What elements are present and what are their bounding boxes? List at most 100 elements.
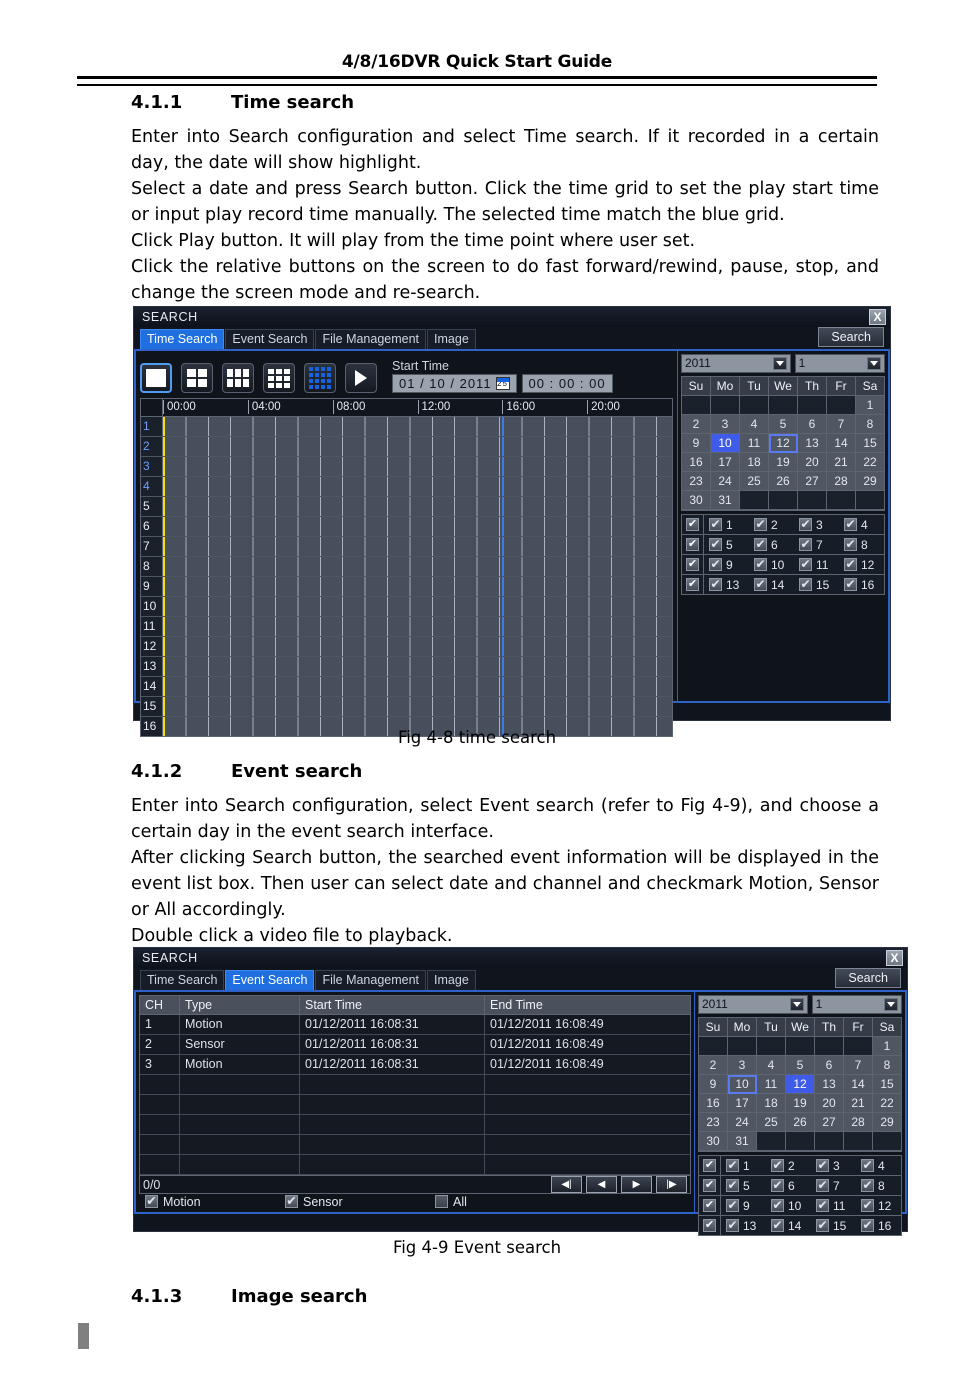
channel-checkbox-4[interactable]: ✔ 4: [856, 1159, 901, 1173]
calendar-day-cell[interactable]: 26: [786, 1113, 815, 1132]
table-row[interactable]: [140, 1135, 690, 1155]
tab-file-management[interactable]: File Management: [315, 329, 427, 349]
calendar-day-cell[interactable]: 21: [827, 453, 856, 472]
channel-checkbox-1[interactable]: ✔ 1: [704, 518, 749, 532]
calendar-grid[interactable]: Su Mo Tu We Th Fr Sa 1 2 3 4 5 6 7 8 9 10 11 12 13 14 15 16 17 1…: [698, 1017, 902, 1152]
calendar-day-cell[interactable]: 30: [699, 1132, 728, 1151]
channel-row-select-all[interactable]: ✔: [699, 1176, 721, 1195]
timeline-cells[interactable]: [163, 577, 672, 596]
timeline-cells[interactable]: [163, 497, 672, 516]
calendar-day-cell[interactable]: 12: [769, 434, 798, 453]
view-mode-16-button[interactable]: [304, 363, 336, 393]
checkmark-icon[interactable]: ✔: [145, 1195, 158, 1208]
calendar-day-cell[interactable]: 12: [786, 1075, 815, 1094]
checkmark-icon[interactable]: ✔: [799, 518, 812, 531]
timeline-cells[interactable]: [163, 677, 672, 696]
table-row[interactable]: 2 Sensor 01/12/2011 16:08:31 01/12/2011 16:…: [140, 1035, 690, 1055]
calendar-day-cell[interactable]: 11: [740, 434, 769, 453]
timeline-cells[interactable]: [163, 617, 672, 636]
calendar-day-cell[interactable]: 3: [711, 415, 740, 434]
checkmark-icon[interactable]: ✔: [703, 1179, 716, 1192]
filter-all[interactable]: ✔ All: [435, 1195, 467, 1209]
timeline-cells[interactable]: [163, 437, 672, 456]
calendar-day-cell[interactable]: 5: [769, 415, 798, 434]
chevron-down-icon[interactable]: [772, 357, 787, 370]
channel-checkbox-14[interactable]: ✔ 14: [749, 578, 794, 592]
channel-checkbox-2[interactable]: ✔ 2: [749, 518, 794, 532]
tab-file-management[interactable]: File Management: [315, 970, 427, 990]
year-select[interactable]: 2011: [681, 354, 791, 373]
calendar-day-cell[interactable]: 27: [798, 472, 827, 491]
timeline-cells[interactable]: [163, 697, 672, 716]
calendar-day-cell[interactable]: 2: [682, 415, 711, 434]
table-row[interactable]: [140, 1155, 690, 1175]
view-mode-9-button[interactable]: [263, 363, 295, 393]
calendar-day-cell[interactable]: 22: [856, 453, 884, 472]
timeline-row[interactable]: 11: [141, 617, 672, 637]
timeline-cells[interactable]: [163, 457, 672, 476]
chevron-down-icon[interactable]: [867, 357, 881, 370]
calendar-day-cell[interactable]: 19: [769, 453, 798, 472]
checkmark-icon[interactable]: ✔: [799, 558, 812, 571]
tab-image[interactable]: Image: [427, 329, 476, 349]
calendar-day-cell[interactable]: 3: [728, 1056, 757, 1075]
checkmark-icon[interactable]: ✔: [703, 1159, 716, 1172]
event-table[interactable]: CH Type Start Time End Time 1 Motion 01/12/20…: [139, 995, 691, 1176]
timeline-cells[interactable]: [163, 557, 672, 576]
channel-checkbox-10[interactable]: ✔ 10: [749, 558, 794, 572]
calendar-day-cell[interactable]: 8: [873, 1056, 901, 1075]
checkmark-icon[interactable]: ✔: [726, 1179, 739, 1192]
checkmark-icon[interactable]: ✔: [726, 1199, 739, 1212]
timeline-cells[interactable]: [163, 417, 672, 436]
close-icon[interactable]: X: [886, 950, 903, 966]
channel-checkbox-13[interactable]: ✔ 13: [721, 1219, 766, 1233]
table-row[interactable]: [140, 1095, 690, 1115]
calendar-day-cell[interactable]: 26: [769, 472, 798, 491]
timeline-row[interactable]: 4: [141, 477, 672, 497]
channel-checkbox-8[interactable]: ✔ 8: [839, 538, 884, 552]
timeline-row[interactable]: 9: [141, 577, 672, 597]
calendar-day-cell[interactable]: 27: [815, 1113, 844, 1132]
checkmark-icon[interactable]: ✔: [816, 1159, 829, 1172]
calendar-day-cell[interactable]: 25: [740, 472, 769, 491]
prev-page-button[interactable]: ◀: [586, 1176, 617, 1193]
timeline-row[interactable]: 10: [141, 597, 672, 617]
channel-checkbox-5[interactable]: ✔ 5: [704, 538, 749, 552]
table-row[interactable]: [140, 1115, 690, 1135]
view-mode-1-button[interactable]: [140, 363, 172, 393]
timeline-cells[interactable]: [163, 477, 672, 496]
checkmark-icon[interactable]: ✔: [861, 1159, 874, 1172]
checkmark-icon[interactable]: ✔: [709, 518, 722, 531]
calendar-day-cell[interactable]: 15: [873, 1075, 901, 1094]
calendar-day-cell[interactable]: 13: [798, 434, 827, 453]
calendar-day-cell[interactable]: 29: [856, 472, 884, 491]
timeline-cells[interactable]: [163, 657, 672, 676]
channel-checkbox-3[interactable]: ✔ 3: [794, 518, 839, 532]
channel-checkbox-10[interactable]: ✔ 10: [766, 1199, 811, 1213]
channel-checkbox-6[interactable]: ✔ 6: [766, 1179, 811, 1193]
tab-event-search[interactable]: Event Search: [225, 329, 315, 349]
checkmark-icon[interactable]: ✔: [686, 538, 699, 551]
channel-checkbox-8[interactable]: ✔ 8: [856, 1179, 901, 1193]
calendar-day-cell[interactable]: 10: [728, 1075, 757, 1094]
timeline-row[interactable]: 7: [141, 537, 672, 557]
channel-checkbox-7[interactable]: ✔ 7: [794, 538, 839, 552]
calendar-day-cell[interactable]: 7: [844, 1056, 873, 1075]
calendar-day-cell[interactable]: 25: [757, 1113, 786, 1132]
checkmark-icon[interactable]: ✔: [771, 1179, 784, 1192]
checkmark-icon[interactable]: ✔: [686, 558, 699, 571]
search-button[interactable]: Search: [835, 968, 901, 988]
channel-checkbox-4[interactable]: ✔ 4: [839, 518, 884, 532]
close-icon[interactable]: X: [869, 309, 886, 325]
channel-checkbox-3[interactable]: ✔ 3: [811, 1159, 856, 1173]
timeline-row[interactable]: 12: [141, 637, 672, 657]
table-row[interactable]: 3 Motion 01/12/2011 16:08:31 01/12/2011 16:…: [140, 1055, 690, 1075]
channel-row-select-all[interactable]: ✔: [682, 555, 704, 574]
checkmark-icon[interactable]: ✔: [754, 518, 767, 531]
checkmark-icon[interactable]: ✔: [844, 578, 857, 591]
month-select[interactable]: 1: [811, 995, 902, 1014]
calendar-day-cell[interactable]: 4: [740, 415, 769, 434]
channel-checkbox-2[interactable]: ✔ 2: [766, 1159, 811, 1173]
view-mode-6-button[interactable]: [222, 363, 254, 393]
channel-checkbox-9[interactable]: ✔ 9: [704, 558, 749, 572]
